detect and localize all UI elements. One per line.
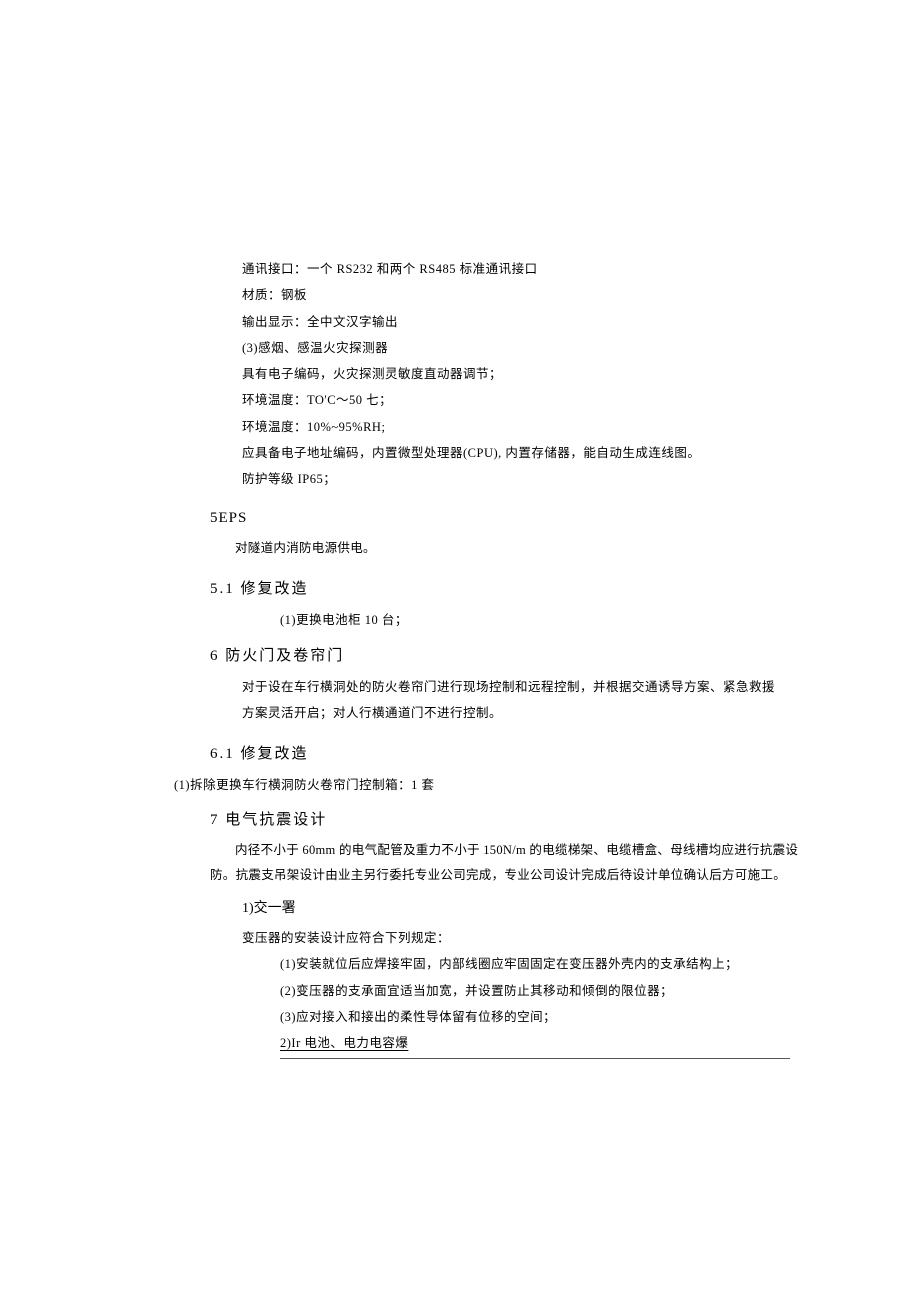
list-item: (1)安装就位后应焊接牢固，内部线圈应牢固固定在变压器外壳内的支承结构上； (280, 951, 850, 977)
spec-line: 通讯接口：一个 RS232 和两个 RS485 标准通讯接口 (242, 256, 850, 282)
heading-6: 6 防火门及卷帘门 (210, 638, 850, 674)
heading-5-eps: 5EPS (210, 500, 850, 536)
spec-line: 防护等级 IP65； (242, 466, 850, 492)
paragraph-line: 方案灵活开启；对人行横通道门不进行控制。 (242, 700, 850, 726)
spec-line: 环境温度：10%~95%RH; (242, 414, 850, 440)
spec-line: (3)感烟、感温火灾探测器 (242, 335, 850, 361)
subheading-2-text: 2)Ir 电池、电力电容爆 (280, 1036, 408, 1050)
document-body: 通讯接口：一个 RS232 和两个 RS485 标准通讯接口 材质：钢板 输出显… (210, 256, 850, 1059)
paragraph-line: 对于设在车行横洞处的防火卷帘门进行现场控制和远程控制，并根据交通诱导方案、紧急救… (242, 674, 850, 700)
list-item: (3)应对接入和接出的柔性导体留有位移的空间； (280, 1004, 850, 1030)
spec-line: 材质：钢板 (242, 282, 850, 308)
heading-7: 7 电气抗震设计 (210, 802, 850, 838)
list-item: (1)拆除更换车行横洞防火卷帘门控制箱：1 套 (174, 772, 850, 798)
heading-5-1: 5.1 修复改造 (210, 571, 850, 607)
spec-line: 环境温度：TO'C～50 七； (242, 387, 850, 413)
paragraph-line: 防。抗震支吊架设计由业主另行委托专业公司完成，专业公司设计完成后待设计单位确认后… (210, 863, 850, 888)
paragraph: 对隧道内消防电源供电。 (210, 536, 850, 561)
subheading-1: 1)交一署 (242, 894, 850, 925)
paragraph-line: 内径不小于 60mm 的电气配管及重力不小于 150N/m 的电缆梯架、电缆槽盒… (210, 838, 850, 863)
lead-line: 变压器的安装设计应符合下列规定： (242, 925, 850, 951)
spec-line: 具有电子编码，火灾探测灵敏度直动器调节； (242, 361, 850, 387)
spec-line: 应具备电子地址编码，内置微型处理器(CPU), 内置存储器，能自动生成连线图。 (242, 440, 850, 466)
spec-line: 输出显示：全中文汉字输出 (242, 309, 850, 335)
list-item: (1)更换电池柜 10 台； (280, 607, 850, 633)
subheading-2-underlined: 2)Ir 电池、电力电容爆 (280, 1030, 790, 1059)
heading-6-1: 6.1 修复改造 (210, 736, 850, 772)
list-item: (2)变压器的支承面宜适当加宽，并设置防止其移动和倾倒的限位器； (280, 978, 850, 1004)
